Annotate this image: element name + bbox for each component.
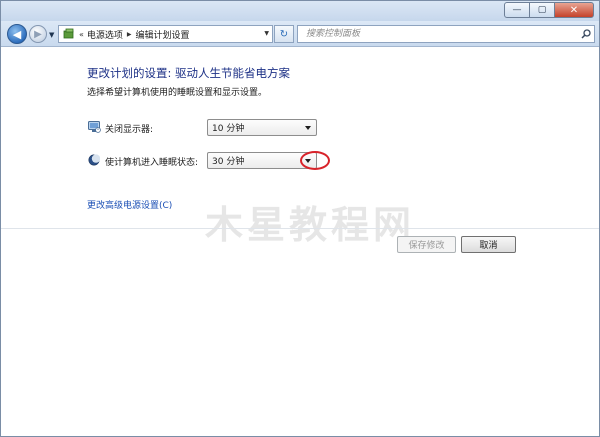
navigation-bar: ◀ ▶ ▼ « 电源选项 ▶ 编辑计划设置 ▼ ↻ <box>1 21 599 47</box>
search-input[interactable] <box>298 27 578 41</box>
close-button[interactable]: ✕ <box>554 2 594 18</box>
control-panel-icon <box>62 27 76 41</box>
title-bar: — ▢ ✕ <box>1 1 599 21</box>
page-title: 更改计划的设置: 驱动人生节能省电方案 <box>87 66 291 80</box>
address-bar[interactable]: « 电源选项 ▶ 编辑计划设置 ▼ <box>58 25 273 43</box>
moon-icon <box>87 153 101 167</box>
breadcrumb-power-options[interactable]: 电源选项 <box>87 28 123 41</box>
save-changes-button: 保存修改 <box>397 236 456 253</box>
refresh-button[interactable]: ↻ <box>274 25 294 43</box>
sleep-value: 30 分钟 <box>212 157 245 167</box>
cancel-button[interactable]: 取消 <box>461 236 516 253</box>
address-overflow-chevron[interactable]: « <box>79 30 84 39</box>
breadcrumb-edit-plan-settings[interactable]: 编辑计划设置 <box>136 28 190 41</box>
forward-button[interactable]: ▶ <box>29 25 47 43</box>
display-off-label: 关闭显示器: <box>105 125 154 135</box>
chevron-down-icon[interactable] <box>305 126 311 130</box>
page-subtitle: 选择希望计算机使用的睡眠设置和显示设置。 <box>87 88 268 98</box>
monitor-icon <box>87 120 101 134</box>
back-button[interactable]: ◀ <box>7 24 27 44</box>
power-plan-window: — ▢ ✕ ◀ ▶ ▼ « 电源选项 ▶ 编辑计划设置 ▼ ↻ 搜索控制面板 更… <box>0 0 600 437</box>
breadcrumb-separator-icon[interactable]: ▶ <box>127 31 132 38</box>
sleep-label: 使计算机进入睡眠状态: <box>105 158 199 168</box>
maximize-button[interactable]: ▢ <box>529 2 555 18</box>
watermark: 木星教程网 <box>205 203 416 247</box>
address-dropdown-icon[interactable]: ▼ <box>264 30 269 37</box>
recent-pages-dropdown[interactable]: ▼ <box>49 31 54 39</box>
section-divider <box>1 228 599 229</box>
display-off-value: 10 分钟 <box>212 124 245 134</box>
display-off-select[interactable]: 10 分钟 <box>207 119 317 136</box>
window-controls: — ▢ ✕ <box>504 2 594 18</box>
search-icon[interactable] <box>578 27 594 41</box>
advanced-power-settings-link[interactable]: 更改高级电源设置(C) <box>87 198 172 211</box>
highlight-circle-annotation <box>300 151 330 170</box>
search-box[interactable] <box>297 25 595 43</box>
minimize-button[interactable]: — <box>504 2 530 18</box>
